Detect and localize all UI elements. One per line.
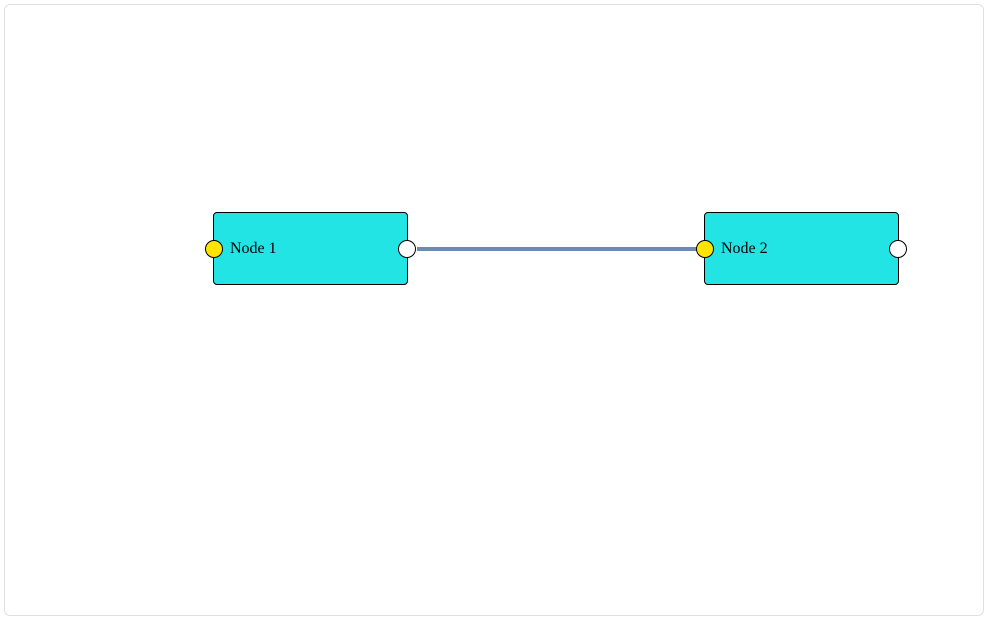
node-1-label: Node 1 xyxy=(230,240,277,258)
node-2[interactable]: Node 2 xyxy=(704,212,899,285)
diagram-canvas[interactable]: Node 1 Node 2 xyxy=(4,4,984,616)
node-2-input-port[interactable] xyxy=(696,240,714,258)
node-1-output-port[interactable] xyxy=(398,240,416,258)
node-1[interactable]: Node 1 xyxy=(213,212,408,285)
node-2-output-port[interactable] xyxy=(889,240,907,258)
edge-node1-node2[interactable] xyxy=(417,247,705,251)
node-2-label: Node 2 xyxy=(721,240,768,258)
node-1-input-port[interactable] xyxy=(205,240,223,258)
